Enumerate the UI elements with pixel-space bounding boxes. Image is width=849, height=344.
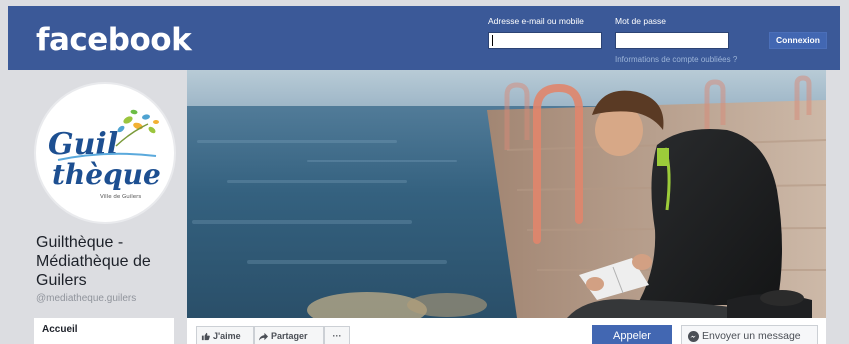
page-title: Guilthèque - Médiathèque de Guilers [36,234,151,289]
cover-photo[interactable] [187,70,826,318]
forgot-account-link[interactable]: Informations de compte oubliées ? [615,55,737,64]
login-button[interactable]: Connexion [769,32,827,49]
page-action-bar: J'aime Partager ··· Appeler Envoyer un m… [187,318,826,344]
page-handle: @mediatheque.guilers [36,293,137,304]
sidebar-item-label: Accueil [42,324,78,335]
send-message-button[interactable]: Envoyer un message [681,325,818,344]
password-input[interactable] [615,32,729,49]
cover-image [187,70,826,318]
svg-text:thèque: thèque [52,158,161,191]
profile-picture[interactable]: Guil thèque Ville de Guilers [34,82,176,224]
sidebar-item-accueil[interactable]: Accueil [34,318,174,344]
password-label: Mot de passe [615,16,667,26]
send-message-label: Envoyer un message [702,330,801,342]
svg-text:Ville de Guilers: Ville de Guilers [100,194,141,200]
share-label: Partager [271,331,308,341]
share-button[interactable]: Partager [254,326,324,344]
email-label: Adresse e-mail ou mobile [488,16,584,26]
facebook-logo[interactable]: facebook [36,22,192,58]
thumbs-up-icon [201,333,210,341]
like-button[interactable]: J'aime [196,326,254,344]
call-button[interactable]: Appeler [592,325,672,344]
email-input[interactable] [488,32,602,49]
like-label: J'aime [213,331,241,341]
messenger-icon [688,330,699,342]
share-arrow-icon [259,333,268,341]
top-navigation-bar: facebook Adresse e-mail ou mobile Mot de… [8,6,840,70]
more-options-button[interactable]: ··· [324,326,350,344]
guiltheque-logo-icon: Guil thèque Ville de Guilers [45,93,169,217]
